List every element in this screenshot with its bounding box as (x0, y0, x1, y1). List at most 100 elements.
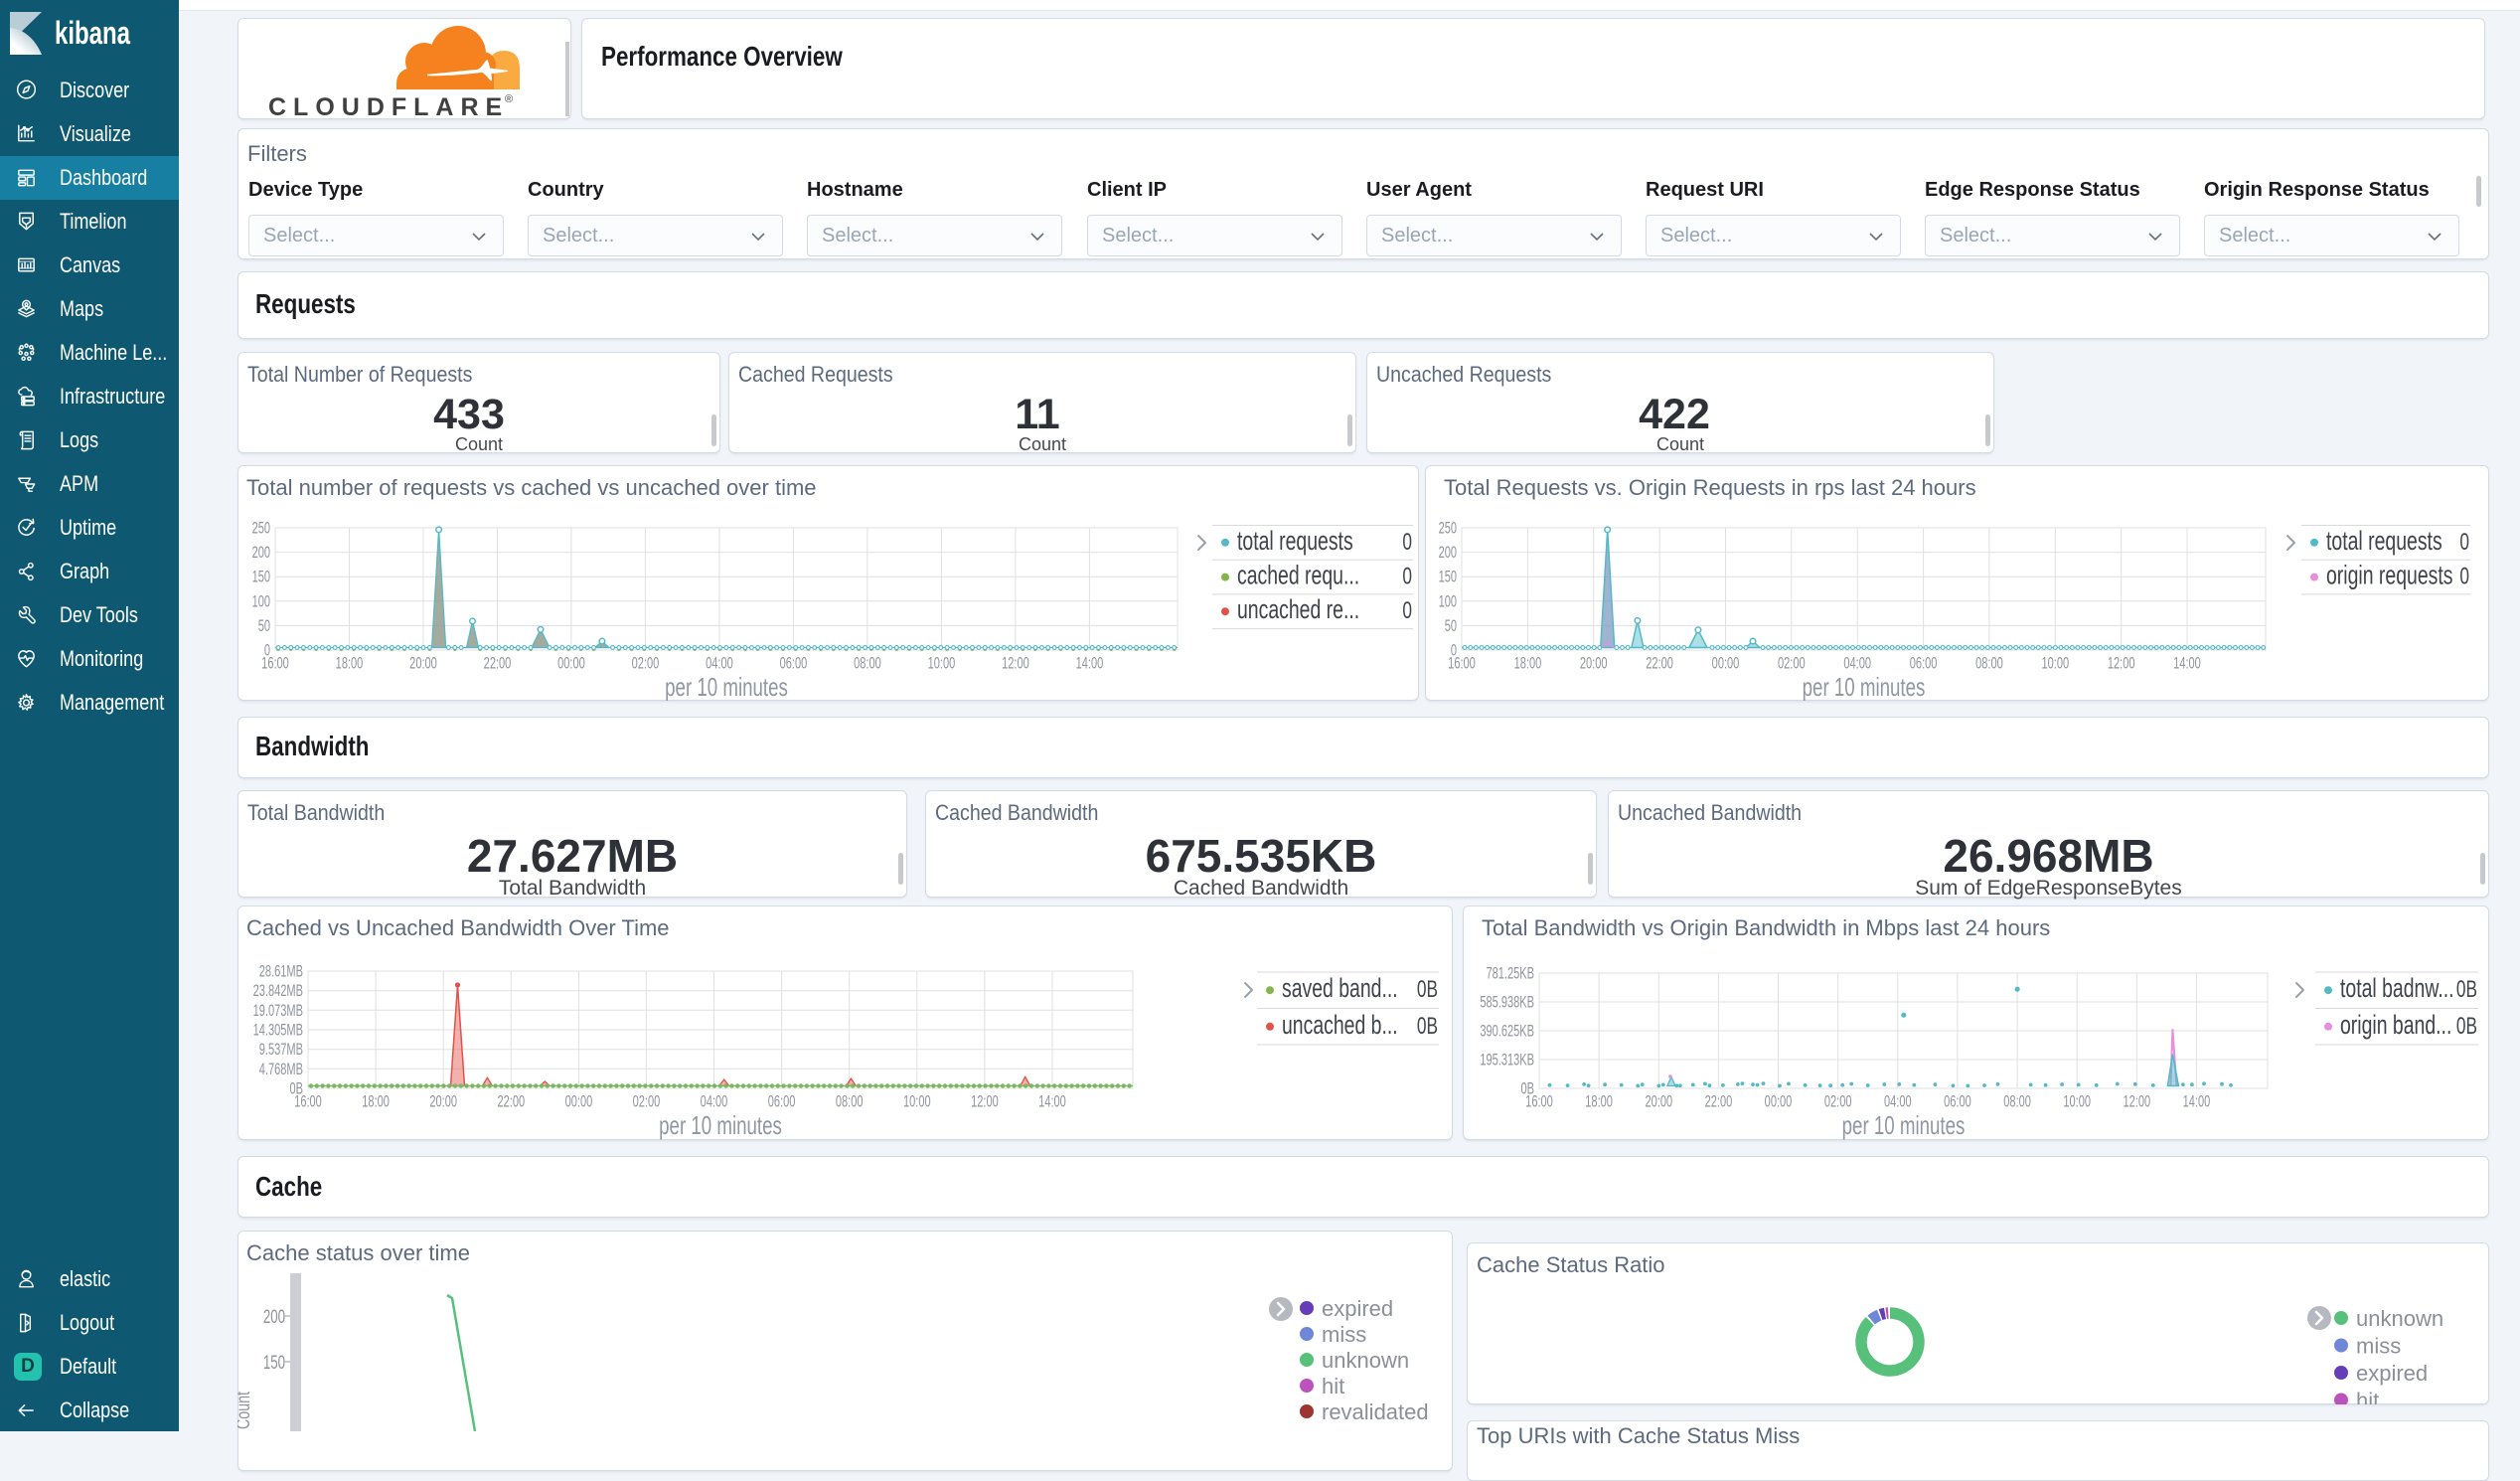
svg-text:14.305MB: 14.305MB (253, 1021, 303, 1040)
svg-text:0: 0 (1402, 598, 1412, 624)
svg-text:Count: Count (237, 1392, 254, 1429)
svg-text:100: 100 (1439, 592, 1457, 611)
svg-text:12:00: 12:00 (2108, 654, 2135, 673)
svg-text:per 10 minutes: per 10 minutes (659, 1110, 782, 1140)
svg-text:50: 50 (1445, 617, 1457, 636)
svg-text:18:00: 18:00 (1514, 654, 1542, 673)
svg-text:per 10 minutes: per 10 minutes (665, 672, 788, 701)
svg-text:origin requests: origin requests (2326, 560, 2452, 589)
svg-text:22:00: 22:00 (1646, 654, 1673, 673)
svg-text:18:00: 18:00 (362, 1092, 390, 1111)
svg-text:18:00: 18:00 (1585, 1092, 1613, 1111)
svg-text:0: 0 (1402, 529, 1412, 555)
svg-text:20:00: 20:00 (1645, 1092, 1672, 1111)
svg-text:20:00: 20:00 (1580, 654, 1608, 673)
svg-text:16:00: 16:00 (1448, 654, 1476, 673)
svg-text:miss: miss (2356, 1334, 2401, 1359)
svg-text:23.842MB: 23.842MB (253, 982, 303, 1001)
svg-text:150: 150 (252, 568, 270, 586)
svg-text:0B: 0B (2456, 1013, 2477, 1039)
svg-text:10:00: 10:00 (2041, 654, 2069, 673)
svg-text:02:00: 02:00 (633, 1092, 661, 1111)
svg-text:16:00: 16:00 (1525, 1092, 1553, 1111)
svg-text:unknown: unknown (1322, 1348, 1409, 1373)
svg-text:14:00: 14:00 (2173, 654, 2201, 673)
svg-text:200: 200 (252, 544, 270, 563)
svg-text:0: 0 (2459, 529, 2469, 555)
svg-text:hit: hit (2356, 1389, 2379, 1405)
svg-text:0B: 0B (1417, 1013, 1438, 1039)
svg-text:20:00: 20:00 (429, 1092, 457, 1111)
svg-text:20:00: 20:00 (409, 654, 437, 673)
svg-text:expired: expired (1322, 1296, 1393, 1321)
svg-text:uncached b...: uncached b... (1282, 1010, 1398, 1040)
svg-text:02:00: 02:00 (632, 654, 660, 673)
svg-text:02:00: 02:00 (1778, 654, 1806, 673)
svg-text:08:00: 08:00 (836, 1092, 864, 1111)
svg-text:250: 250 (252, 519, 270, 538)
svg-text:22:00: 22:00 (497, 1092, 525, 1111)
svg-text:unknown: unknown (2356, 1306, 2443, 1331)
svg-text:per 10 minutes: per 10 minutes (1803, 672, 1926, 701)
svg-text:04:00: 04:00 (701, 1092, 728, 1111)
svg-text:16:00: 16:00 (294, 1092, 322, 1111)
svg-text:16:00: 16:00 (261, 654, 289, 673)
svg-text:00:00: 00:00 (557, 654, 585, 673)
svg-text:total requests: total requests (1237, 526, 1353, 556)
svg-text:total requests: total requests (2326, 526, 2442, 556)
svg-text:CLOUDFLARE: CLOUDFLARE (268, 93, 509, 119)
svg-text:cached requ...: cached requ... (1237, 560, 1359, 589)
svg-text:saved band...: saved band... (1282, 973, 1398, 1003)
svg-text:06:00: 06:00 (1944, 1092, 1971, 1111)
svg-text:00:00: 00:00 (1765, 1092, 1793, 1111)
svg-text:100: 100 (252, 592, 270, 611)
svg-text:0B: 0B (1417, 977, 1438, 1003)
svg-text:19.073MB: 19.073MB (253, 1002, 303, 1021)
svg-text:06:00: 06:00 (768, 1092, 796, 1111)
svg-text:®: ® (505, 93, 513, 105)
svg-text:per 10 minutes: per 10 minutes (1842, 1110, 1966, 1140)
svg-text:50: 50 (258, 617, 270, 636)
svg-text:uncached re...: uncached re... (1237, 594, 1359, 624)
svg-text:04:00: 04:00 (706, 654, 733, 673)
svg-text:04:00: 04:00 (1884, 1092, 1912, 1111)
svg-text:200: 200 (263, 1307, 285, 1328)
svg-text:585.938KB: 585.938KB (1480, 993, 1534, 1012)
svg-text:390.625KB: 390.625KB (1480, 1022, 1534, 1041)
svg-text:08:00: 08:00 (2003, 1092, 2031, 1111)
svg-text:4.768MB: 4.768MB (259, 1061, 303, 1079)
svg-text:14:00: 14:00 (1038, 1092, 1066, 1111)
svg-text:22:00: 22:00 (484, 654, 512, 673)
svg-text:06:00: 06:00 (1910, 654, 1938, 673)
svg-text:150: 150 (263, 1353, 285, 1374)
svg-text:00:00: 00:00 (1712, 654, 1740, 673)
svg-text:0: 0 (1402, 564, 1412, 589)
svg-text:hit: hit (1322, 1374, 1344, 1399)
svg-text:00:00: 00:00 (565, 1092, 593, 1111)
svg-text:12:00: 12:00 (1002, 654, 1029, 673)
svg-text:18:00: 18:00 (336, 654, 364, 673)
svg-text:06:00: 06:00 (780, 654, 808, 673)
svg-text:expired: expired (2356, 1361, 2428, 1386)
svg-text:0B: 0B (2456, 977, 2477, 1003)
svg-text:08:00: 08:00 (854, 654, 881, 673)
svg-text:12:00: 12:00 (2123, 1092, 2150, 1111)
svg-text:revalidated: revalidated (1322, 1399, 1429, 1424)
svg-text:08:00: 08:00 (1975, 654, 2003, 673)
svg-text:10:00: 10:00 (928, 654, 956, 673)
svg-text:12:00: 12:00 (971, 1092, 999, 1111)
svg-text:250: 250 (1439, 519, 1457, 538)
svg-text:14:00: 14:00 (1076, 654, 1104, 673)
svg-text:22:00: 22:00 (1705, 1092, 1733, 1111)
svg-text:10:00: 10:00 (903, 1092, 931, 1111)
svg-text:781.25KB: 781.25KB (1486, 964, 1534, 983)
svg-text:14:00: 14:00 (2183, 1092, 2211, 1111)
svg-text:9.537MB: 9.537MB (259, 1041, 303, 1060)
svg-text:195.313KB: 195.313KB (1480, 1051, 1534, 1070)
svg-text:total badnw...: total badnw... (2340, 973, 2454, 1003)
svg-text:200: 200 (1439, 544, 1457, 563)
svg-text:28.61MB: 28.61MB (259, 962, 303, 981)
svg-text:miss: miss (1322, 1322, 1366, 1347)
svg-text:origin band...: origin band... (2340, 1010, 2451, 1040)
svg-text:0: 0 (2459, 564, 2469, 589)
